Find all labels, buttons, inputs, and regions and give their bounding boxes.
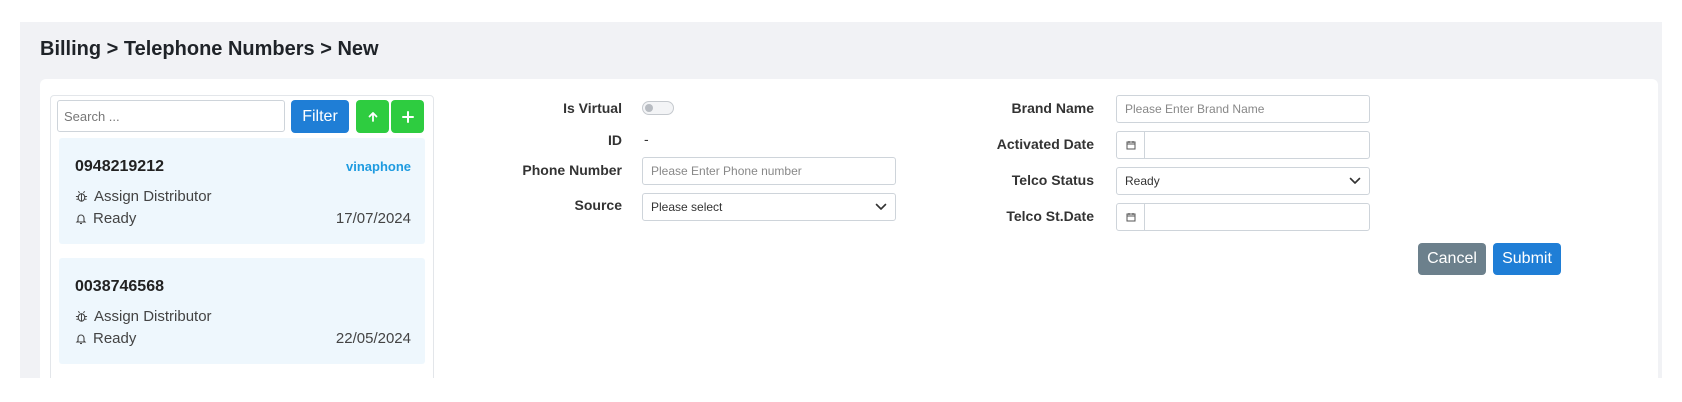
telco-st-date-input[interactable]	[1116, 203, 1370, 231]
telco-status-select[interactable]: Ready	[1116, 167, 1370, 195]
phone-number-label: Phone Number	[522, 162, 622, 178]
telco-status-value: Ready	[1125, 174, 1160, 188]
cancel-button[interactable]: Cancel	[1418, 243, 1486, 275]
source-select-value: Please select	[651, 200, 723, 214]
submit-button[interactable]: Submit	[1493, 243, 1561, 275]
is-virtual-toggle[interactable]	[642, 101, 674, 115]
list-item-carrier: vinaphone	[345, 159, 411, 174]
bug-icon	[75, 311, 88, 322]
assign-distributor-row[interactable]: Assign Distributor	[75, 188, 212, 205]
list-item[interactable]: 0038746568 Assign Distributor Ready 22/0…	[59, 258, 425, 364]
phone-number-input[interactable]	[642, 157, 896, 185]
list-item-date: 17/07/2024	[335, 210, 411, 227]
brand-name-input[interactable]	[1116, 95, 1370, 123]
brand-name-label: Brand Name	[1011, 100, 1094, 116]
source-label: Source	[574, 197, 622, 213]
number-list-panel: Filter 0948219212 vinaphone Assign Distr…	[50, 95, 434, 378]
status-label: Ready	[93, 330, 137, 347]
source-select[interactable]: Please select	[642, 193, 896, 221]
list-item-date: 22/05/2024	[335, 330, 411, 347]
status-row: Ready	[75, 330, 136, 347]
search-input[interactable]	[57, 100, 285, 132]
assign-label: Assign Distributor	[94, 188, 212, 205]
arrow-up-icon	[368, 111, 377, 122]
list-item-number: 0038746568	[75, 278, 164, 295]
assign-label: Assign Distributor	[94, 308, 212, 325]
calendar-icon	[1126, 213, 1135, 222]
activated-date-input[interactable]	[1116, 131, 1370, 159]
is-virtual-label: Is Virtual	[563, 100, 622, 116]
id-value: -	[644, 131, 649, 147]
bug-icon	[75, 191, 88, 202]
bell-icon	[75, 214, 87, 224]
plus-icon	[401, 110, 414, 123]
add-button[interactable]	[391, 100, 424, 133]
calendar-button[interactable]	[1117, 132, 1145, 158]
breadcrumb: Billing > Telephone Numbers > New	[40, 38, 379, 60]
assign-distributor-row[interactable]: Assign Distributor	[75, 308, 212, 325]
id-label: ID	[608, 132, 622, 148]
activated-date-label: Activated Date	[996, 136, 1094, 152]
sort-up-button[interactable]	[356, 100, 389, 133]
calendar-icon	[1126, 141, 1135, 150]
app-window: Billing > Telephone Numbers > New Filter…	[20, 22, 1662, 378]
bell-icon	[75, 334, 87, 344]
telco-status-label: Telco Status	[1011, 172, 1094, 188]
telco-st-date-label: Telco St.Date	[1006, 208, 1094, 224]
chevron-down-icon	[1349, 177, 1361, 184]
filter-button[interactable]: Filter	[291, 100, 349, 133]
main-card: Filter 0948219212 vinaphone Assign Distr…	[40, 79, 1658, 378]
status-row: Ready	[75, 210, 136, 227]
list-item-number: 0948219212	[75, 158, 164, 175]
calendar-button[interactable]	[1117, 204, 1145, 230]
list-item[interactable]: 0948219212 vinaphone Assign Distributor …	[59, 138, 425, 244]
status-label: Ready	[93, 210, 137, 227]
chevron-down-icon	[875, 203, 887, 210]
